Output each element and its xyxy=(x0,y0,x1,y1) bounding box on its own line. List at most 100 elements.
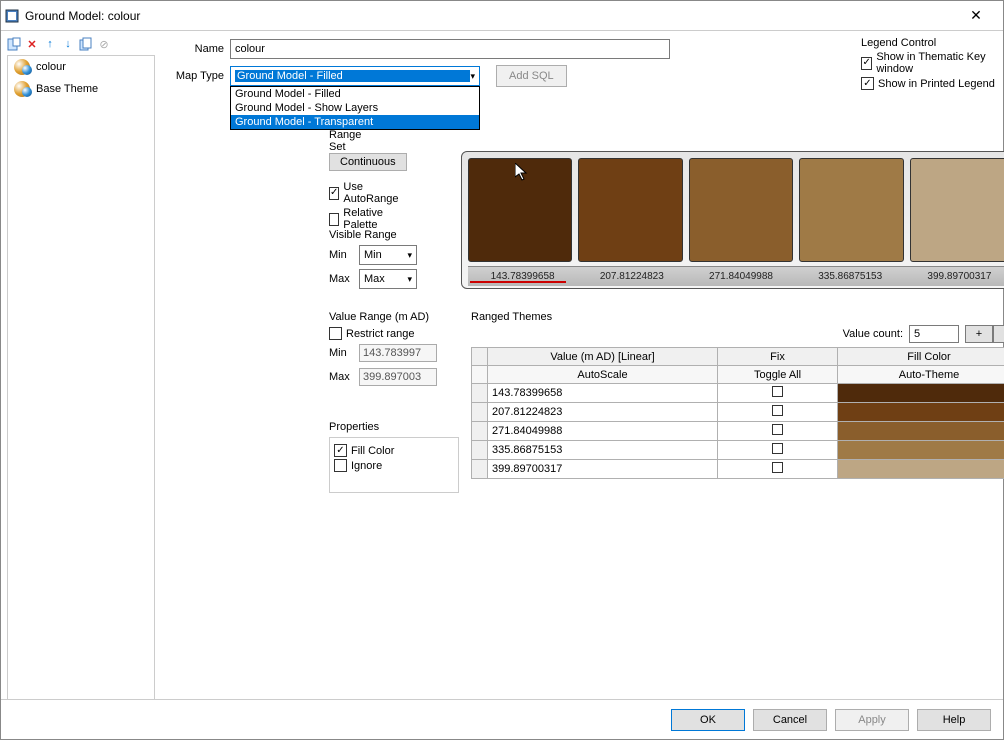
fill-cell[interactable]: ▾ xyxy=(838,384,1004,403)
col-fix[interactable]: Fix xyxy=(718,348,838,366)
checkbox-icon[interactable] xyxy=(772,386,783,397)
table-row[interactable]: 207.81224823 ▾ xyxy=(472,403,1004,422)
max-label: Max xyxy=(329,371,353,383)
maptype-combo[interactable]: Ground Model - Filled ▾ xyxy=(230,66,480,86)
restrict-range-check[interactable]: Restrict range xyxy=(329,327,459,340)
value-count-label: Value count: xyxy=(843,328,903,340)
value-cell[interactable]: 207.81224823 xyxy=(488,403,718,422)
fix-cell[interactable] xyxy=(718,441,838,460)
value-count-minus[interactable]: - xyxy=(993,325,1004,343)
checkbox-icon: ✓ xyxy=(861,57,872,70)
fill-cell[interactable]: ▾ xyxy=(838,441,1004,460)
fill-cell[interactable]: ▾ xyxy=(838,422,1004,441)
cancel-button[interactable]: Cancel xyxy=(753,709,827,731)
checkbox-icon xyxy=(329,327,342,340)
tree-item-base-theme[interactable]: Base Theme xyxy=(8,78,154,100)
table-row[interactable]: 335.86875153 ▾ xyxy=(472,441,1004,460)
autorange-check[interactable]: ✓ Use AutoRange xyxy=(329,181,401,205)
arrow-up-icon[interactable]: ↑ xyxy=(43,37,57,51)
delete-icon[interactable]: ✕ xyxy=(25,37,39,51)
row-header xyxy=(472,422,488,441)
row-header xyxy=(472,441,488,460)
palette-swatch[interactable] xyxy=(468,158,572,262)
show-printed-check[interactable]: ✓ Show in Printed Legend xyxy=(861,77,1003,90)
fill-color-check[interactable]: ✓ Fill Color xyxy=(334,444,454,457)
theme-group-icon xyxy=(14,81,30,97)
value-cell[interactable]: 143.78399658 xyxy=(488,384,718,403)
checkbox-icon[interactable] xyxy=(772,424,783,435)
visible-min-combo[interactable]: Min ▾ xyxy=(359,245,417,265)
max-label: Max xyxy=(329,273,353,285)
fix-cell[interactable] xyxy=(718,460,838,479)
palette-swatch[interactable] xyxy=(689,158,793,262)
new-icon[interactable] xyxy=(7,37,21,51)
value-cell[interactable]: 335.86875153 xyxy=(488,441,718,460)
help-button[interactable]: Help xyxy=(917,709,991,731)
ok-button[interactable]: OK xyxy=(671,709,745,731)
name-label: Name xyxy=(169,43,224,55)
relative-palette-check[interactable]: Relative Palette xyxy=(329,207,401,231)
tree-item-colour[interactable]: colour xyxy=(8,56,154,78)
toggle-all-button[interactable]: Toggle All xyxy=(718,366,838,384)
value-range-label: Value Range (m AD) xyxy=(329,311,459,323)
palette-swatch[interactable] xyxy=(799,158,903,262)
value-cell[interactable]: 399.89700317 xyxy=(488,460,718,479)
close-button[interactable]: ✕ xyxy=(953,1,999,31)
visible-min-value: Min xyxy=(364,249,382,261)
maptype-option[interactable]: Ground Model - Transparent xyxy=(231,115,479,129)
maptype-label: Map Type xyxy=(169,70,224,82)
col-value[interactable]: Value (m AD) [Linear] xyxy=(488,348,718,366)
visible-max-combo[interactable]: Max ▾ xyxy=(359,269,417,289)
palette-value: 399.89700317 xyxy=(905,271,1004,282)
name-input[interactable] xyxy=(230,39,670,59)
relative-palette-label: Relative Palette xyxy=(343,207,401,231)
ranged-themes-table: Value (m AD) [Linear] Fix Fill Color Aut… xyxy=(471,347,1004,479)
ignore-check[interactable]: Ignore xyxy=(334,459,454,472)
palette-swatch[interactable] xyxy=(578,158,682,262)
fix-cell[interactable] xyxy=(718,422,838,441)
arrow-down-icon[interactable]: ↓ xyxy=(61,37,75,51)
maptype-option[interactable]: Ground Model - Filled xyxy=(231,87,479,101)
value-count-plus[interactable]: + xyxy=(965,325,993,343)
value-count-input[interactable] xyxy=(909,325,959,343)
theme-tree[interactable]: colour Base Theme xyxy=(7,55,155,725)
row-header xyxy=(472,366,488,384)
fill-cell[interactable]: ▾ xyxy=(838,403,1004,422)
checkbox-icon[interactable] xyxy=(772,405,783,416)
continuous-button[interactable]: Continuous xyxy=(329,153,407,171)
palette-slider[interactable] xyxy=(470,281,566,283)
fix-cell[interactable] xyxy=(718,403,838,422)
tree-label: colour xyxy=(36,61,66,73)
fill-color-label: Fill Color xyxy=(351,445,394,457)
add-sql-button[interactable]: Add SQL xyxy=(496,65,567,87)
value-range-min xyxy=(359,344,437,362)
apply-button[interactable]: Apply xyxy=(835,709,909,731)
legend-thematic-label: Show in Thematic Key window xyxy=(876,51,1003,75)
checkbox-icon: ✓ xyxy=(329,187,339,200)
autoscale-button[interactable]: AutoScale xyxy=(488,366,718,384)
checkbox-icon[interactable] xyxy=(772,462,783,473)
palette-value: 335.86875153 xyxy=(796,271,905,282)
titlebar: Ground Model: colour ✕ xyxy=(1,1,1003,31)
row-header xyxy=(472,348,488,366)
visible-range-label: Visible Range xyxy=(329,229,417,241)
show-thematic-check[interactable]: ✓ Show in Thematic Key window xyxy=(861,51,1003,75)
table-row[interactable]: 143.78399658 ▾ xyxy=(472,384,1004,403)
properties-label: Properties xyxy=(329,421,459,433)
fix-cell[interactable] xyxy=(718,384,838,403)
checkbox-icon xyxy=(329,213,339,226)
copy-icon[interactable] xyxy=(79,37,93,51)
checkbox-icon[interactable] xyxy=(772,443,783,454)
forbid-icon[interactable]: ⊘ xyxy=(97,37,111,51)
table-row[interactable]: 399.89700317 ▾ xyxy=(472,460,1004,479)
theme-group-icon xyxy=(14,59,30,75)
col-fill[interactable]: Fill Color xyxy=(838,348,1004,366)
auto-theme-button[interactable]: Auto-Theme xyxy=(838,366,1004,384)
autorange-label: Use AutoRange xyxy=(343,181,401,205)
maptype-option[interactable]: Ground Model - Show Layers xyxy=(231,101,479,115)
palette-swatch[interactable] xyxy=(910,158,1004,262)
table-row[interactable]: 271.84049988 ▾ xyxy=(472,422,1004,441)
maptype-dropdown[interactable]: Ground Model - Filled Ground Model - Sho… xyxy=(230,86,480,130)
value-cell[interactable]: 271.84049988 xyxy=(488,422,718,441)
fill-cell[interactable]: ▾ xyxy=(838,460,1004,479)
